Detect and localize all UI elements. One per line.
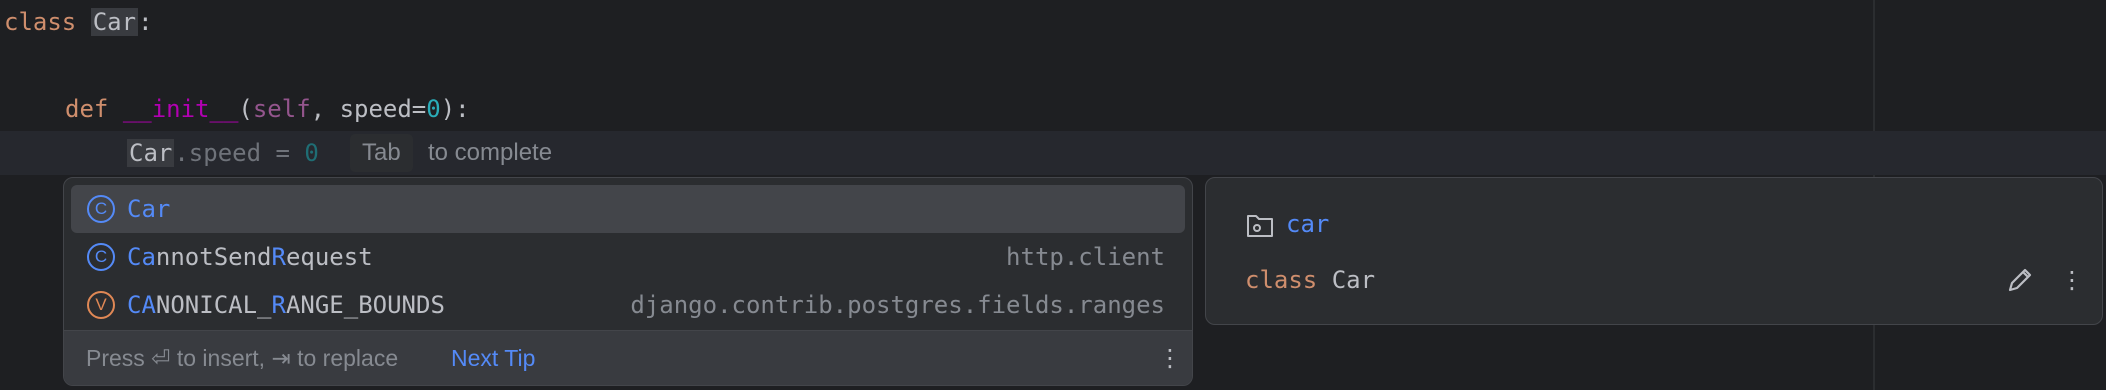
insert-hint: Press ⏎ to insert, ⇥ to replace	[86, 345, 399, 371]
keyword-def: def	[65, 95, 109, 123]
class-name: Car	[90, 8, 139, 36]
variable-icon: V	[87, 291, 115, 319]
class-icon: C	[87, 243, 115, 271]
completion-popup: C Car C CannotSendRequest http.client V …	[63, 177, 1193, 386]
tab-key-badge: Tab	[350, 134, 413, 172]
code-editor[interactable]: class Car: def __init__(self, speed=0): …	[0, 0, 2106, 390]
colon: :	[138, 8, 153, 36]
typed-text: Car	[127, 139, 175, 167]
completion-item-module: http.client	[1006, 243, 1165, 271]
completion-item[interactable]: V CANONICAL_RANGE_BOUNDS django.contrib.…	[71, 281, 1185, 329]
code-line-1[interactable]: class Car:	[4, 2, 153, 42]
doc-signature: class Car	[1245, 266, 1376, 294]
keyword-class: class	[4, 8, 77, 36]
completion-item-name: CannotSendRequest	[127, 243, 373, 271]
code-line-4[interactable]: Car.speed = 0	[127, 133, 319, 173]
self-param: self	[252, 95, 311, 123]
function-name: __init__	[122, 95, 239, 123]
folder-module-icon	[1247, 215, 1273, 237]
next-tip-link[interactable]: Next Tip	[451, 331, 535, 385]
completion-footer: Press ⏎ to insert, ⇥ to replace Next Tip…	[64, 330, 1192, 385]
completion-item[interactable]: C CannotSendRequest http.client	[71, 233, 1185, 281]
inline-suggestion: .speed =	[174, 139, 305, 167]
code-line-3[interactable]: def __init__(self, speed=0):	[65, 89, 470, 129]
doc-more-icon[interactable]: ⋮	[2060, 264, 2084, 296]
close-paren: ):	[440, 95, 470, 123]
completion-item-module: django.contrib.postgres.fields.ranges	[630, 291, 1165, 319]
more-options-icon[interactable]: ⋮	[1158, 343, 1182, 373]
inline-suggestion-value: 0	[304, 139, 319, 167]
open-paren: (	[238, 95, 253, 123]
complete-hint: to complete	[428, 139, 553, 166]
documentation-popup: car class Car ⋮	[1205, 177, 2103, 325]
completion-item-name: CANONICAL_RANGE_BOUNDS	[127, 291, 445, 319]
class-icon: C	[87, 195, 115, 223]
completion-item-name: Car	[127, 195, 171, 223]
param-separator: ,	[310, 95, 340, 123]
completion-item[interactable]: C Car	[71, 185, 1185, 233]
default-value: 0	[426, 95, 441, 123]
edit-pencil-icon[interactable]	[2004, 264, 2036, 296]
speed-param: speed=	[339, 95, 427, 123]
module-name[interactable]: car	[1286, 200, 1329, 248]
